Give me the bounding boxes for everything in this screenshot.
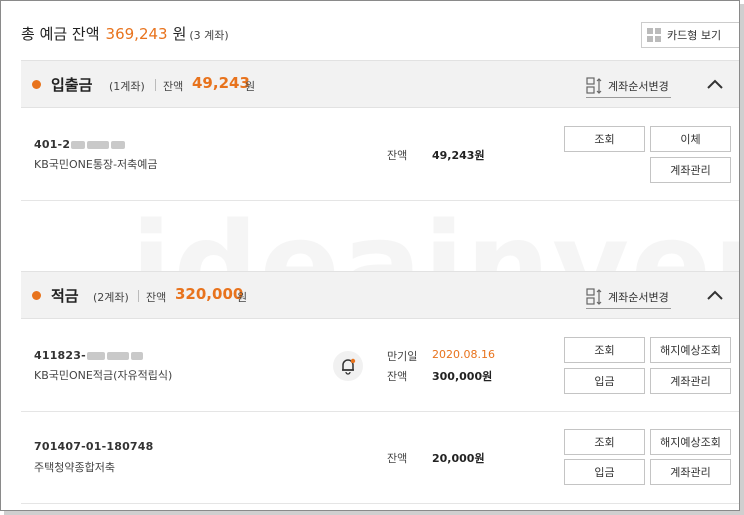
maturity-label: 만기일 <box>387 350 418 363</box>
account-manage-button[interactable]: 계좌관리 <box>650 459 731 485</box>
deposit-button[interactable]: 입금 <box>564 459 645 485</box>
divider <box>138 290 139 302</box>
order-change-label: 계좌순서변경 <box>608 290 669 304</box>
section-header-savings: 적금 (2계좌) 잔액 320,000 원 계좌순서변경 <box>21 271 739 319</box>
order-change-icon <box>586 287 602 305</box>
card-view-label: 카드형 보기 <box>667 29 722 42</box>
termination-estimate-button[interactable]: 해지예상조회 <box>650 429 731 455</box>
window-shadow <box>740 4 744 515</box>
card-view-button[interactable]: 카드형 보기 <box>641 22 739 48</box>
grid-icon <box>647 28 661 42</box>
account-manage-button[interactable]: 계좌관리 <box>650 157 731 183</box>
account-name: KB국민ONE적금(자유적립식) <box>34 369 173 382</box>
account-balance: 20,000원 <box>432 452 485 465</box>
account-number: 411823- <box>34 349 144 362</box>
account-name: 주택청약종합저축 <box>34 461 115 474</box>
section-balance-unit: 원 <box>237 291 248 304</box>
account-row: 401-2 KB국민ONE통장-저축예금 잔액 49,243원 조회 이체 계좌… <box>21 109 739 201</box>
order-change-icon <box>586 76 602 94</box>
window-shadow <box>4 511 744 515</box>
account-name: KB국민ONE통장-저축예금 <box>34 158 158 171</box>
total-balance-unit: 원 <box>172 25 187 43</box>
section-title: 적금 <box>51 287 79 305</box>
inquiry-button[interactable]: 조회 <box>564 429 645 455</box>
deposit-button[interactable]: 입금 <box>564 368 645 394</box>
order-change-label: 계좌순서변경 <box>608 79 669 93</box>
inquiry-button[interactable]: 조회 <box>564 126 645 152</box>
total-balance-label: 총 예금 잔액 <box>21 25 100 43</box>
notification-button[interactable] <box>333 351 363 381</box>
total-account-count: (3 계좌) <box>189 29 229 42</box>
account-row: 411823- KB국민ONE적금(자유적립식) 만기일 2020.08.16 … <box>21 320 739 412</box>
balance-label: 잔액 <box>387 452 408 465</box>
chevron-up-icon[interactable] <box>705 75 725 95</box>
bell-icon <box>342 358 356 375</box>
maturity-date: 2020.08.16 <box>432 348 495 361</box>
section-title: 입출금 <box>51 76 93 94</box>
total-balance-summary: 총 예금 잔액 369,243 원 (3 계좌) <box>21 23 229 47</box>
account-number: 401-2 <box>34 138 126 151</box>
account-summary-panel: ideainven 총 예금 잔액 369,243 원 (3 계좌) 카드형 보… <box>0 0 740 511</box>
section-balance-amount: 320,000 <box>175 285 244 303</box>
chevron-up-icon[interactable] <box>705 286 725 306</box>
section-balance-unit: 원 <box>245 80 256 93</box>
order-change-button[interactable]: 계좌순서변경 <box>586 285 671 309</box>
termination-estimate-button[interactable]: 해지예상조회 <box>650 337 731 363</box>
section-dot <box>32 291 41 300</box>
account-manage-button[interactable]: 계좌관리 <box>650 368 731 394</box>
section-header-checking: 입출금 (1계좌) 잔액 49,243 원 계좌순서변경 <box>21 60 739 108</box>
section-balance-label: 잔액 <box>163 80 184 93</box>
balance-label: 잔액 <box>387 370 408 383</box>
order-change-button[interactable]: 계좌순서변경 <box>586 74 671 98</box>
section-balance-amount: 49,243 <box>192 74 250 92</box>
total-balance-amount: 369,243 <box>105 25 168 43</box>
section-account-count: (2계좌) <box>93 291 129 304</box>
inquiry-button[interactable]: 조회 <box>564 337 645 363</box>
section-balance-label: 잔액 <box>146 291 167 304</box>
section-dot <box>32 80 41 89</box>
balance-label: 잔액 <box>387 149 408 162</box>
account-number: 701407-01-180748 <box>34 440 154 453</box>
account-row: 701407-01-180748 주택청약종합저축 잔액 20,000원 조회 … <box>21 412 739 504</box>
account-balance: 300,000원 <box>432 370 493 383</box>
section-account-count: (1계좌) <box>109 80 145 93</box>
divider <box>155 79 156 91</box>
account-balance: 49,243원 <box>432 149 485 162</box>
transfer-button[interactable]: 이체 <box>650 126 731 152</box>
